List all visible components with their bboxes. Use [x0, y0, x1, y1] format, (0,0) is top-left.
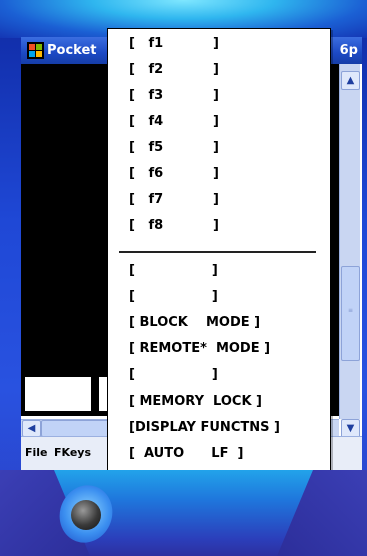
- windows-start-icon[interactable]: [27, 42, 44, 59]
- menu-item-auto-lf[interactable]: [ AUTO LF ]: [129, 442, 324, 466]
- menu-fkeys[interactable]: FKeys: [54, 446, 91, 459]
- menu-item-f5[interactable]: [ f5 ]: [129, 136, 324, 160]
- navigation-button-icon[interactable]: [71, 500, 101, 530]
- vertical-scroll-thumb[interactable]: ≡: [341, 266, 360, 361]
- menu-item-memory-lock[interactable]: [ MEMORY LOCK ]: [129, 390, 324, 414]
- menu-item-display-functns[interactable]: [DISPLAY FUNCTNS ]: [129, 416, 324, 440]
- terminal-block: [25, 377, 91, 411]
- menu-item-f2[interactable]: [ f2 ]: [129, 58, 324, 82]
- menu-item-f8[interactable]: [ f8 ]: [129, 214, 324, 238]
- menu-item-blank-2[interactable]: [ ]: [129, 285, 324, 309]
- window-title: Pocket: [47, 43, 97, 58]
- menu-item-f6[interactable]: [ f6 ]: [129, 162, 324, 186]
- scroll-up-icon[interactable]: ▲: [341, 71, 360, 90]
- vertical-scrollbar[interactable]: ▲ ≡ ▼: [339, 64, 360, 438]
- menu-item-f3[interactable]: [ f3 ]: [129, 84, 324, 108]
- device-bottom-bezel: [0, 470, 367, 556]
- grip-icon: ≡: [347, 307, 354, 314]
- menu-item-block-mode[interactable]: [ BLOCK MODE ]: [129, 311, 324, 335]
- menu-file[interactable]: File: [25, 446, 48, 459]
- window-title-tail: 6p: [339, 43, 358, 58]
- menu-item-f7[interactable]: [ f7 ]: [129, 188, 324, 212]
- menu-item-f1[interactable]: [ f1 ]: [129, 32, 324, 56]
- menu-item-f4[interactable]: [ f4 ]: [129, 110, 324, 134]
- device-frame: Pocket 6p ▲ ≡ ▼ ◀ File FKeys [ f1 ] [ f2: [0, 0, 367, 556]
- menu-item-blank-3[interactable]: [ ]: [129, 363, 324, 387]
- scroll-left-icon[interactable]: ◀: [22, 420, 41, 437]
- menu-item-remote-mode[interactable]: [ REMOTE* MODE ]: [129, 337, 324, 361]
- fkeys-popup-menu: [ f1 ] [ f2 ] [ f3 ] [ f4 ] [ f5 ] [ f6 …: [107, 28, 331, 472]
- menu-separator: [119, 251, 316, 253]
- terminal-block: [99, 377, 107, 411]
- menu-item-blank-1[interactable]: [ ]: [129, 259, 324, 283]
- bezel-wing-right: [277, 470, 367, 556]
